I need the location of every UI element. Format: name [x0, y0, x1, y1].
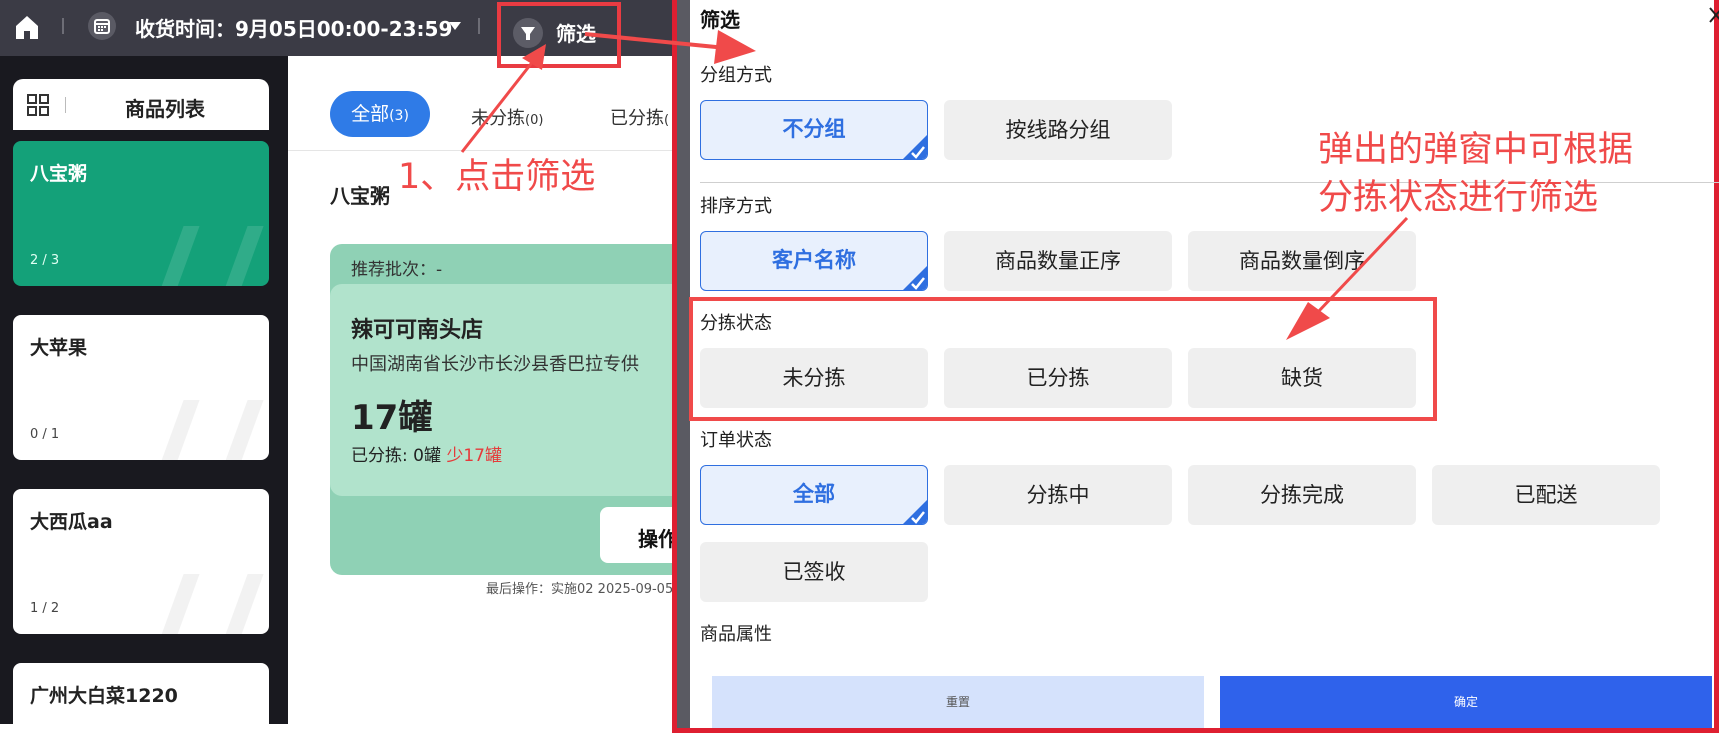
receive-time-selector[interactable]: 收货时间：9月05日00:00-23:59 [135, 13, 452, 42]
sorted-text: 已分拣: 0罐 [351, 446, 441, 466]
product-list-title: 商品列表 [125, 97, 205, 121]
watermark-logo [154, 226, 264, 286]
check-icon [903, 135, 927, 159]
reset-button[interactable]: 重置 [712, 676, 1204, 728]
check-icon [903, 266, 927, 290]
close-icon[interactable] [1708, 2, 1719, 28]
product-card[interactable]: 八宝粥 2 / 3 [13, 141, 269, 286]
last-operation: 最后操作：实施02 2025-09-05 [486, 582, 674, 597]
home-icon[interactable] [12, 12, 42, 42]
tab-label: 已分拣 [610, 108, 664, 129]
grid-icon[interactable] [27, 94, 49, 116]
option-group-by-route[interactable]: 按线路分组 [944, 100, 1172, 160]
group-section-title: 分组方式 [700, 65, 772, 86]
option-label: 全部 [793, 482, 835, 506]
annotation-highlight-box [689, 297, 1437, 421]
tab-count: (0) [525, 113, 544, 128]
sort-section-title: 排序方式 [700, 196, 772, 217]
option-label: 客户名称 [772, 248, 856, 272]
product-card[interactable]: 大苹果 0 / 1 [13, 315, 269, 460]
product-count: 0 / 1 [30, 427, 60, 442]
filter-icon [513, 18, 543, 48]
screenshot-root: 收货时间：9月05日00:00-23:59 筛选 商品列表 八宝粥 2 / 3 … [0, 0, 1719, 744]
tab-count: ( [664, 113, 670, 128]
sorted-quantity: 已分拣: 0罐 少17罐 [351, 441, 502, 466]
tab-sorted[interactable]: 已分拣( [610, 104, 669, 130]
tab-label: 全部 [351, 103, 390, 125]
product-attr-section-title: 商品属性 [700, 624, 772, 645]
product-name: 大苹果 [30, 337, 88, 359]
option-signed[interactable]: 已签收 [700, 542, 928, 602]
option-qty-asc[interactable]: 商品数量正序 [944, 231, 1172, 291]
product-card[interactable]: 广州大白菜1220 [13, 663, 269, 724]
customer-address: 中国湖南省长沙市长沙县香巴拉专供 [351, 354, 639, 375]
tab-all[interactable]: 全部(3) [330, 91, 430, 137]
option-label: 不分组 [782, 117, 846, 141]
option-customer-name[interactable]: 客户名称 [700, 231, 928, 291]
option-no-group[interactable]: 不分组 [700, 100, 928, 160]
section-title: 八宝粥 [330, 184, 390, 208]
product-count: 1 / 2 [30, 601, 60, 616]
calendar-icon[interactable] [88, 12, 116, 40]
filter-button[interactable]: 筛选 [497, 2, 621, 68]
modal-title: 筛选 [700, 8, 740, 32]
option-qty-desc[interactable]: 商品数量倒序 [1188, 231, 1416, 291]
watermark-logo [154, 400, 264, 460]
topbar-separator [478, 18, 480, 34]
product-card[interactable]: 大西瓜aa 1 / 2 [13, 489, 269, 634]
order-status-section-title: 订单状态 [700, 430, 772, 451]
annotation-popup-hint: 弹出的弹窗中可根据 分拣状态进行筛选 [1318, 126, 1718, 222]
option-sorting[interactable]: 分拣中 [944, 465, 1172, 525]
annotation-step1: 1、点击筛选 [398, 157, 596, 197]
option-all[interactable]: 全部 [700, 465, 928, 525]
product-name: 八宝粥 [30, 163, 88, 185]
annotation-line: 弹出的弹窗中可根据 [1318, 130, 1634, 170]
filter-button-label: 筛选 [556, 22, 596, 46]
tab-unsorted[interactable]: 未分拣(0) [471, 104, 543, 130]
annotation-line: 分拣状态进行筛选 [1318, 178, 1599, 218]
product-list-header: 商品列表 [13, 79, 269, 130]
tab-label: 未分拣 [471, 108, 525, 129]
order-quantity: 17罐 [351, 398, 433, 438]
option-delivered[interactable]: 已配送 [1432, 465, 1660, 525]
shortage-text: 少17罐 [446, 446, 502, 466]
tab-count: (3) [389, 108, 409, 124]
topbar-separator [62, 18, 64, 34]
header-separator [65, 97, 66, 113]
check-icon [903, 500, 927, 524]
watermark-logo [154, 574, 264, 634]
product-name: 大西瓜aa [30, 511, 113, 533]
recommended-batch: 推荐批次：- [351, 260, 443, 280]
confirm-button[interactable]: 确定 [1220, 676, 1712, 728]
chevron-down-icon[interactable] [449, 22, 461, 30]
option-sort-complete[interactable]: 分拣完成 [1188, 465, 1416, 525]
product-name: 广州大白菜1220 [30, 685, 178, 707]
customer-name: 辣可可南头店 [351, 318, 484, 343]
product-count: 2 / 3 [30, 253, 60, 268]
